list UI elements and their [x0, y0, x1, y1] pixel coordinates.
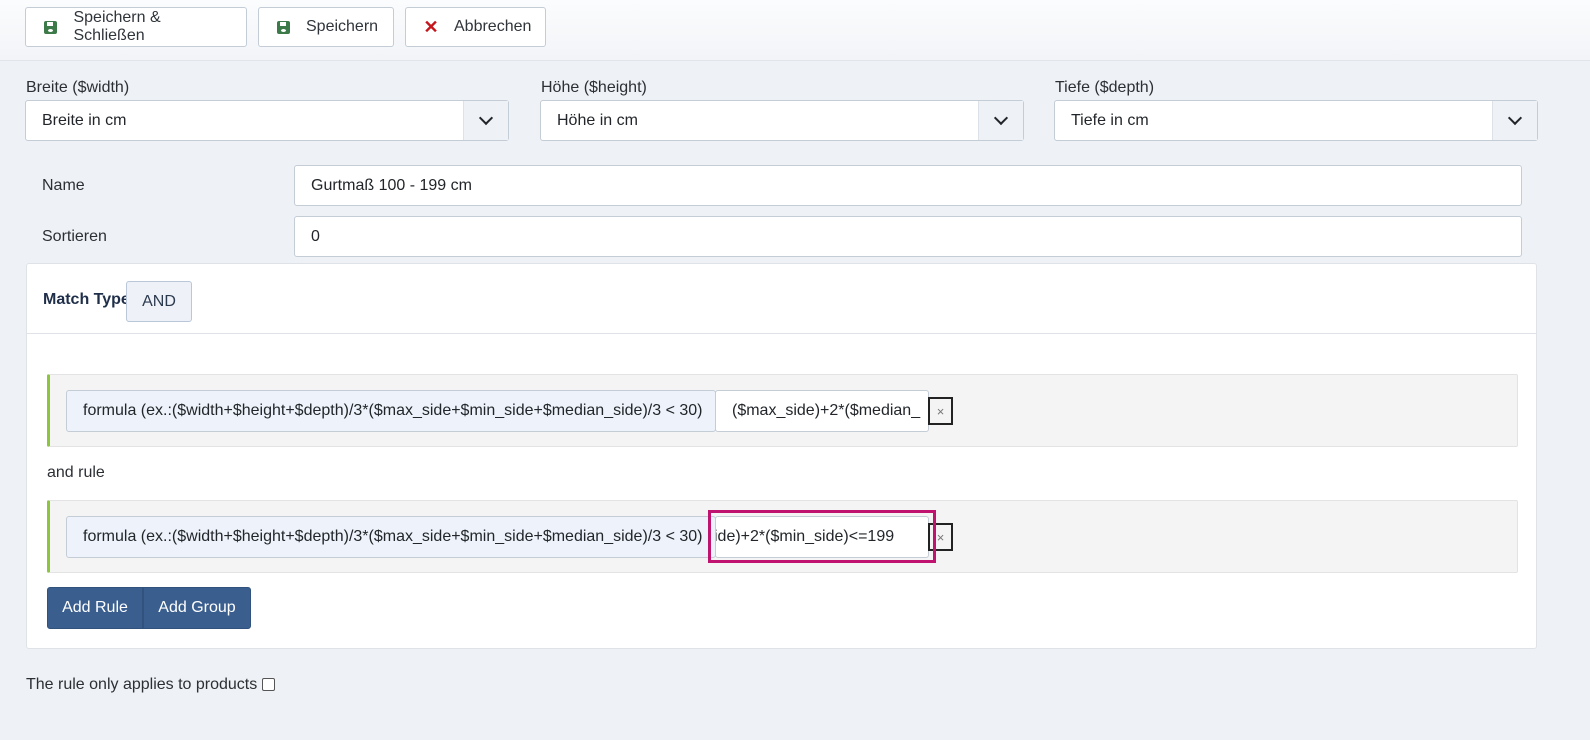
- name-input[interactable]: Gurtmaß 100 - 199 cm: [294, 165, 1522, 206]
- cancel-button[interactable]: ✕ Abbrechen: [405, 7, 546, 47]
- rules-panel-header: Match Type AND: [27, 264, 1536, 334]
- height-select-value: Höhe in cm: [557, 111, 638, 129]
- depth-select-value: Tiefe in cm: [1071, 111, 1149, 129]
- rule-value-input[interactable]: side)+2*($min_side)<=199: [715, 516, 929, 558]
- add-rule-label: Add Rule: [62, 599, 128, 616]
- rule-value-text: side)+2*($min_side)<=199: [715, 528, 895, 545]
- chevron-down-icon[interactable]: [978, 101, 1023, 140]
- products-only-label: The rule only applies to products: [26, 676, 258, 693]
- rule-connector: and rule: [47, 464, 105, 481]
- close-icon: ×: [936, 529, 945, 545]
- rule-value-text: ($max_side)+2*($median_: [732, 402, 921, 419]
- rule-field-select[interactable]: formula (ex.:($width+$height+$depth)/3*(…: [66, 516, 716, 558]
- depth-label: Tiefe ($depth): [1055, 79, 1155, 96]
- name-label: Name: [42, 177, 85, 194]
- width-select[interactable]: Breite in cm: [25, 100, 509, 141]
- add-group-button[interactable]: Add Group: [143, 587, 251, 629]
- width-label: Breite ($width): [26, 79, 130, 96]
- sort-label: Sortieren: [42, 228, 107, 245]
- products-only-option: The rule only applies to products: [26, 676, 276, 694]
- rules-panel: Match Type AND formula (ex.:($width+$hei…: [26, 263, 1537, 649]
- add-group-label: Add Group: [158, 599, 236, 616]
- save-and-close-label: Speichern & Schließen: [73, 9, 161, 44]
- products-only-checkbox[interactable]: [262, 677, 276, 691]
- width-select-value: Breite in cm: [42, 111, 127, 129]
- remove-rule-button[interactable]: ×: [928, 523, 953, 551]
- close-icon: ×: [936, 403, 945, 419]
- remove-rule-button[interactable]: ×: [928, 397, 953, 425]
- height-select[interactable]: Höhe in cm: [540, 100, 1024, 141]
- chevron-down-icon[interactable]: [463, 101, 508, 140]
- cancel-label: Abbrechen: [454, 18, 532, 35]
- rule-row: formula (ex.:($width+$height+$depth)/3*(…: [47, 500, 1518, 573]
- rule-value-input[interactable]: ($max_side)+2*($median_: [715, 390, 929, 432]
- rule-field-select[interactable]: formula (ex.:($width+$height+$depth)/3*(…: [66, 390, 716, 432]
- save-icon: [277, 20, 290, 34]
- depth-select[interactable]: Tiefe in cm: [1054, 100, 1538, 141]
- save-and-close-button[interactable]: Speichern & Schließen: [25, 7, 247, 47]
- rule-field-text: formula (ex.:($width+$height+$depth)/3*(…: [83, 402, 703, 419]
- rule-row: formula (ex.:($width+$height+$depth)/3*(…: [47, 374, 1518, 447]
- rule-field-text: formula (ex.:($width+$height+$depth)/3*(…: [83, 528, 703, 545]
- height-label: Höhe ($height): [541, 79, 647, 96]
- match-type-label: Match Type: [43, 291, 130, 308]
- name-input-value: Gurtmaß 100 - 199 cm: [311, 176, 472, 194]
- add-rule-button[interactable]: Add Rule: [47, 587, 143, 629]
- match-type-button[interactable]: AND: [126, 281, 192, 322]
- match-type-value: AND: [142, 292, 176, 310]
- sort-input-value: 0: [311, 227, 320, 245]
- chevron-down-icon[interactable]: [1492, 101, 1537, 140]
- save-button[interactable]: Speichern: [258, 7, 394, 47]
- save-icon: [44, 20, 58, 34]
- sort-input[interactable]: 0: [294, 216, 1522, 257]
- close-icon: ✕: [423, 17, 439, 37]
- toolbar: Speichern & Schließen Speichern ✕ Abbrec…: [0, 0, 1590, 61]
- save-label: Speichern: [306, 18, 379, 35]
